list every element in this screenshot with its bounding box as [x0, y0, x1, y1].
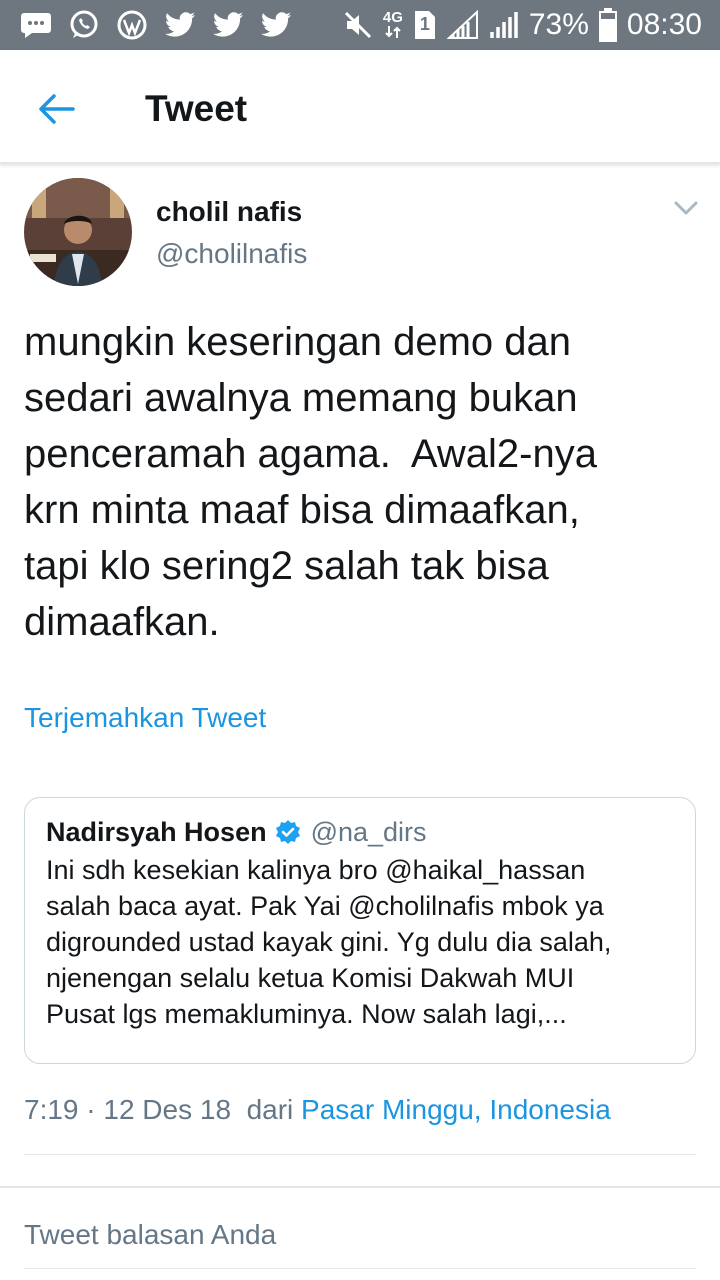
page-title: Tweet: [145, 88, 248, 129]
translate-tweet-link[interactable]: Terjemahkan Tweet: [24, 700, 266, 736]
quoted-author-name: Nadirsyah Hosen: [46, 816, 267, 847]
tweet-text-line: krn minta maaf bisa dimaafkan,: [24, 488, 580, 532]
divider: [24, 1154, 696, 1155]
twitter-icon: [164, 11, 196, 39]
battery-icon: [598, 8, 617, 42]
tweet-timestamp: 7:19 · 12 Des 18 dari: [24, 1094, 302, 1125]
clock: 08:30: [626, 8, 702, 41]
signal-icon: [489, 10, 519, 40]
quoted-author-handle: @na_dirs: [310, 816, 427, 847]
network-4g-icon: 4G: [383, 10, 403, 39]
quoted-text-line: salah baca ayat. Pak Yai @cholilnafis mb…: [46, 891, 604, 921]
app-bar: Tweet: [0, 50, 720, 164]
reply-input[interactable]: Tweet balasan Anda: [24, 1214, 696, 1256]
quoted-text-line: digrounded ustad kayak gini. Yg dulu dia…: [46, 927, 612, 957]
whatsapp-icon: [68, 9, 100, 41]
twitter-icon: [212, 11, 244, 39]
back-button[interactable]: [30, 86, 82, 132]
tweet-text-line: tapi klo sering2 salah tak bisa: [24, 544, 549, 588]
wordpress-icon: [116, 9, 148, 41]
tweet-text-line: sedari awalnya memang bukan: [24, 376, 578, 420]
tweet-text: mungkin keseringan demo dan sedari awaln…: [24, 314, 704, 650]
back-arrow-icon: [37, 93, 75, 125]
divider: [0, 1186, 720, 1188]
verified-badge-icon: [275, 819, 301, 845]
chevron-down-icon: [674, 201, 698, 215]
tweet-options-button[interactable]: [668, 194, 704, 222]
quoted-text-line: njenengan selalu ketua Komisi Dakwah MUI: [46, 963, 575, 993]
twitter-icon: [260, 11, 292, 39]
sim-number: 1: [419, 14, 430, 34]
system-indicators: 4G 1 73% 08:30: [343, 0, 702, 50]
author-display-name[interactable]: cholil nafis: [156, 194, 302, 230]
status-bar: 4G 1 73% 08:30: [0, 0, 720, 50]
tweet-location-link[interactable]: Pasar Minggu, Indonesia: [301, 1094, 611, 1125]
author-handle[interactable]: @cholilnafis: [156, 236, 307, 272]
message-icon: [20, 11, 52, 39]
quoted-tweet-text: Ini sdh kesekian kalinya bro @haikal_has…: [46, 852, 686, 1032]
battery-percent: 73%: [528, 8, 589, 41]
quoted-tweet-card[interactable]: Nadirsyah Hosen @na_dirs Ini sdh kesekia…: [24, 797, 696, 1064]
mute-icon: [343, 10, 373, 40]
tweet-text-line: dimaafkan.: [24, 600, 220, 644]
sim-icon: 1: [413, 10, 437, 40]
notification-icons: [20, 0, 292, 50]
tweet-metadata: 7:19 · 12 Des 18 dari Pasar Minggu, Indo…: [24, 1092, 611, 1128]
tweet-text-line: mungkin keseringan demo dan: [24, 320, 572, 364]
avatar[interactable]: [24, 178, 132, 286]
quoted-text-line: Pusat lgs memakluminya. Now salah lagi,.…: [46, 999, 567, 1029]
tweet-text-line: penceramah agama. Awal2-nya: [24, 432, 597, 476]
quoted-tweet-header: Nadirsyah Hosen @na_dirs: [46, 814, 427, 850]
signal-icon: [446, 10, 479, 40]
quoted-text-line: Ini sdh kesekian kalinya bro @haikal_has…: [46, 855, 586, 885]
divider: [24, 1268, 696, 1269]
